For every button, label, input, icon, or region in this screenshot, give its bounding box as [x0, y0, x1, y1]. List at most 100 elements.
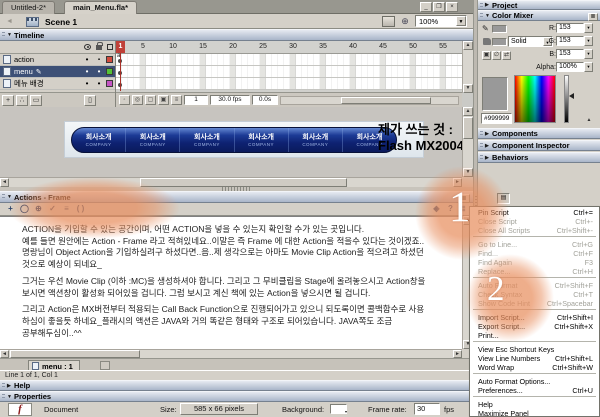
onion-skin-outlines-icon[interactable]: ▢	[145, 95, 156, 105]
fill-color-swatch[interactable]	[492, 38, 507, 46]
fill-bucket-icon[interactable]	[483, 38, 491, 45]
color-spectrum-picker[interactable]	[514, 75, 556, 123]
find-icon[interactable]: ◯	[18, 204, 31, 215]
center-frame-icon[interactable]: ◦	[119, 95, 130, 105]
help-panel-header[interactable]: ▶ Help	[0, 380, 473, 391]
edit-symbol-icon[interactable]: ⊕	[399, 16, 411, 27]
layer-lock-toggle[interactable]	[95, 54, 103, 66]
layer-outline-color-swatch[interactable]	[106, 56, 113, 63]
collapse-arrow-icon[interactable]: ▲	[584, 117, 594, 125]
brightness-slider[interactable]	[562, 75, 572, 123]
layer-name[interactable]: action	[14, 55, 34, 64]
stroke-color-swatch[interactable]	[492, 25, 507, 33]
timeline-vertical-scrollbar[interactable]: ▲ ▼	[462, 41, 473, 93]
onion-skin-icon[interactable]: ◎	[132, 95, 143, 105]
menu-item[interactable]: Close Script Ctrl+-	[470, 217, 599, 226]
hex-color-input[interactable]: #999999	[481, 113, 512, 124]
minimize-button[interactable]: _	[420, 2, 432, 12]
menu-item[interactable]: Export Script... Ctrl+Shift+X	[470, 322, 599, 331]
nav-menu-button[interactable]: 회사소개 COMPANY	[126, 128, 180, 152]
menu-item[interactable]: Find... Ctrl+F	[470, 249, 599, 258]
scrollbar-thumb[interactable]	[341, 97, 431, 104]
green-stepper[interactable]: ▼	[584, 36, 593, 46]
layer-frame-row[interactable]	[116, 54, 462, 66]
pin-script-icon[interactable]	[100, 361, 110, 370]
nav-menu-button[interactable]: 회사소개 COMPANY	[180, 128, 234, 152]
menu-item[interactable]: View Line Numbers Ctrl+Shift+L	[470, 354, 599, 363]
debug-options-icon[interactable]: ◈	[430, 204, 443, 215]
menu-item[interactable]: Import Script... Ctrl+Shift+I	[470, 313, 599, 322]
stage-vertical-scrollbar[interactable]: ▲ ▼	[462, 107, 473, 177]
timeline-layer-row[interactable]: menu ✎	[0, 66, 115, 78]
frame-rate-input[interactable]: 30	[414, 403, 440, 415]
panel-gripper[interactable]	[2, 383, 5, 388]
scroll-down-arrow[interactable]: ▼	[463, 168, 473, 177]
script-horizontal-scrollbar[interactable]: ◄ ►	[0, 349, 462, 358]
frame-ruler[interactable]: 1510152025303540455055	[116, 41, 462, 54]
insert-target-path-icon[interactable]: ⊕	[32, 204, 45, 215]
delete-layer-trash-button[interactable]: ▯	[84, 95, 96, 106]
scroll-up-arrow[interactable]: ▲	[463, 41, 473, 50]
scroll-up-arrow[interactable]: ▲	[463, 107, 473, 116]
layer-visibility-toggle[interactable]	[83, 54, 91, 66]
scrollbar-thumb[interactable]	[463, 117, 473, 139]
layer-lock-toggle[interactable]	[95, 78, 103, 90]
check-syntax-icon[interactable]: ✓	[46, 204, 59, 215]
back-arrow-icon[interactable]: ◄	[4, 17, 15, 27]
navigation-bar-graphic[interactable]: 회사소개 COMPANY 회사소개 COMPANY 회사소개 COMPANY	[71, 127, 397, 153]
layer-lock-toggle[interactable]	[95, 66, 103, 78]
stage-horizontal-scrollbar[interactable]: ◄ ►	[0, 177, 462, 187]
chevron-down-icon[interactable]: ▼	[456, 16, 466, 26]
timeline-layer-row[interactable]: 메뉴 배경 ✎	[0, 78, 115, 90]
scroll-left-arrow[interactable]: ◄	[0, 178, 9, 187]
behaviors-panel-header[interactable]: ▶ Behaviors	[478, 152, 600, 163]
scroll-right-arrow[interactable]: ►	[453, 350, 462, 358]
timeline-horizontal-scrollbar[interactable]	[280, 96, 459, 105]
menu-item[interactable]	[473, 373, 596, 376]
scroll-right-arrow[interactable]: ►	[453, 178, 462, 187]
menu-item[interactable]: Auto Format Options...	[470, 377, 599, 386]
modify-onion-markers-icon[interactable]: ≡	[171, 95, 182, 105]
swap-colors-icon[interactable]: ⇄	[502, 51, 511, 60]
timeline-frames-area[interactable]: 1510152025303540455055	[116, 41, 462, 107]
panel-gripper[interactable]	[2, 394, 5, 399]
properties-panel-header[interactable]: ▼ Properties	[0, 391, 473, 402]
zoom-dropdown[interactable]: 100% ▼	[415, 15, 467, 27]
nav-menu-button[interactable]: 회사소개 COMPANY	[289, 128, 343, 152]
add-motion-guide-button[interactable]: ∴	[16, 95, 28, 106]
panel-gripper[interactable]	[2, 194, 5, 200]
panel-gripper[interactable]	[480, 13, 483, 18]
green-input[interactable]: 153	[556, 36, 584, 46]
layer-outline-color-swatch[interactable]	[106, 80, 113, 87]
frame-rows[interactable]	[116, 54, 462, 90]
components-panel-header[interactable]: ▶ Components	[478, 128, 600, 139]
panel-options-menu-icon[interactable]: ≣	[588, 13, 598, 21]
menu-item[interactable]: Pin Script Ctrl+=	[470, 208, 599, 217]
menu-item[interactable]: Word Wrap Ctrl+Shift+W	[470, 363, 599, 372]
menu-item[interactable]	[473, 341, 596, 344]
alpha-input[interactable]: 100%	[556, 62, 584, 72]
menu-item[interactable]: Preferences... Ctrl+U	[470, 386, 599, 395]
layer-visibility-toggle[interactable]	[83, 66, 91, 78]
menu-item[interactable]: Go to Line... Ctrl+G	[470, 240, 599, 249]
frame-rate-indicator[interactable]: 30.0 fps	[210, 95, 250, 105]
add-layer-button[interactable]: +	[2, 95, 14, 106]
actions-panel-header[interactable]: ▼ Actions - Frame ≣	[0, 191, 473, 203]
slider-handle[interactable]	[569, 93, 574, 99]
menu-item[interactable]	[473, 396, 596, 399]
panel-gripper[interactable]	[480, 155, 483, 160]
nav-menu-button[interactable]: 회사소개 COMPANY	[235, 128, 289, 152]
slider-track[interactable]	[564, 75, 569, 123]
playhead-line[interactable]	[120, 53, 121, 91]
menu-item[interactable]: Close All Scripts Ctrl+Shift+-	[470, 226, 599, 235]
scroll-left-arrow[interactable]: ◄	[0, 350, 9, 358]
color-mixer-panel-header[interactable]: ▼ Color Mixer ≣	[478, 10, 600, 21]
component-inspector-panel-header[interactable]: ▶ Component Inspector	[478, 140, 600, 151]
menu-item[interactable]: Check Syntax Ctrl+T	[470, 290, 599, 299]
menu-item[interactable]: Replace... Ctrl+H	[470, 267, 599, 276]
panel-gripper[interactable]	[2, 32, 5, 38]
menu-background-graphic[interactable]: 회사소개 COMPANY 회사소개 COMPANY 회사소개 COMPANY	[64, 121, 424, 158]
script-editor-pane[interactable]: ACTION을 기입할 수 있는 공간이며, 어떤 ACTION을 넣을 수 있…	[0, 216, 473, 349]
background-color-swatch[interactable]: ▾	[330, 404, 347, 414]
menu-item[interactable]: Auto Format Ctrl+Shift+F	[470, 281, 599, 290]
